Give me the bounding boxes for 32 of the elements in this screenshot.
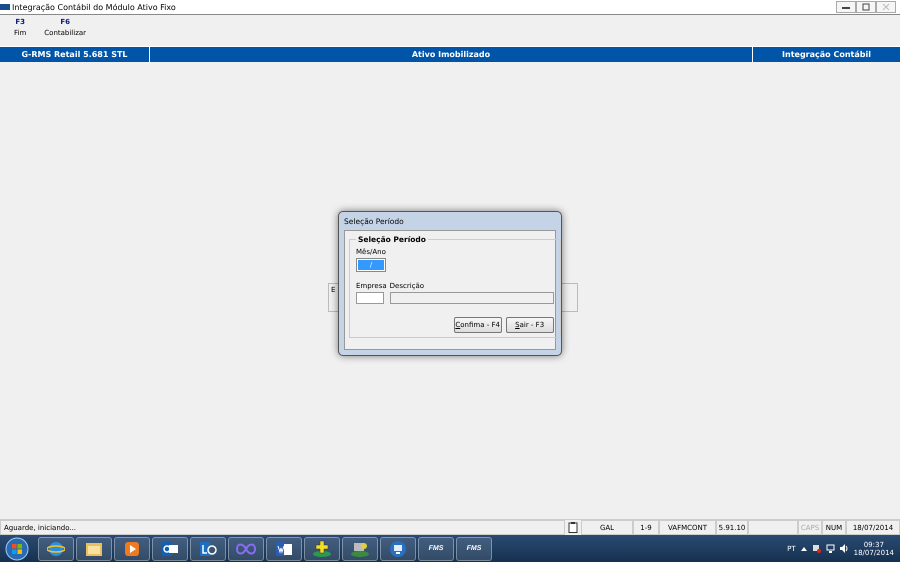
play-icon [124, 540, 140, 556]
monitor-icon [389, 540, 407, 558]
company-field[interactable] [356, 292, 384, 304]
taskbar-button[interactable] [342, 536, 378, 560]
taskbar-button[interactable] [152, 536, 188, 560]
taskbar-button[interactable] [304, 536, 340, 560]
taskbar-button[interactable] [380, 536, 416, 560]
taskbar-button[interactable] [266, 536, 302, 560]
windows-logo-icon [5, 536, 29, 560]
minimize-button[interactable] [836, 1, 856, 13]
restore-button[interactable] [856, 1, 876, 13]
close-icon [882, 3, 890, 11]
taskbar-button[interactable] [38, 536, 74, 560]
start-button[interactable] [4, 536, 30, 560]
taskbar-button[interactable] [76, 536, 112, 560]
taskbar-button[interactable] [190, 536, 226, 560]
loop-icon [236, 542, 256, 554]
description-field[interactable] [390, 292, 554, 304]
speaker-icon [840, 544, 849, 553]
folder-icon [85, 540, 103, 556]
app-icon [0, 4, 10, 10]
restore-icon [862, 3, 870, 11]
globe-icon [47, 540, 65, 558]
caret-icon [800, 546, 807, 550]
document-icon [275, 540, 293, 556]
clipboard-icon [568, 522, 578, 533]
minimize-icon [842, 5, 850, 9]
plus-icon [312, 540, 332, 558]
window-title: Integração Contábil do Módulo Ativo Fixo [12, 2, 176, 12]
network-icon [826, 544, 835, 553]
taskbar-button[interactable] [114, 536, 150, 560]
header-cell-text: Integração Contábil [781, 49, 872, 61]
